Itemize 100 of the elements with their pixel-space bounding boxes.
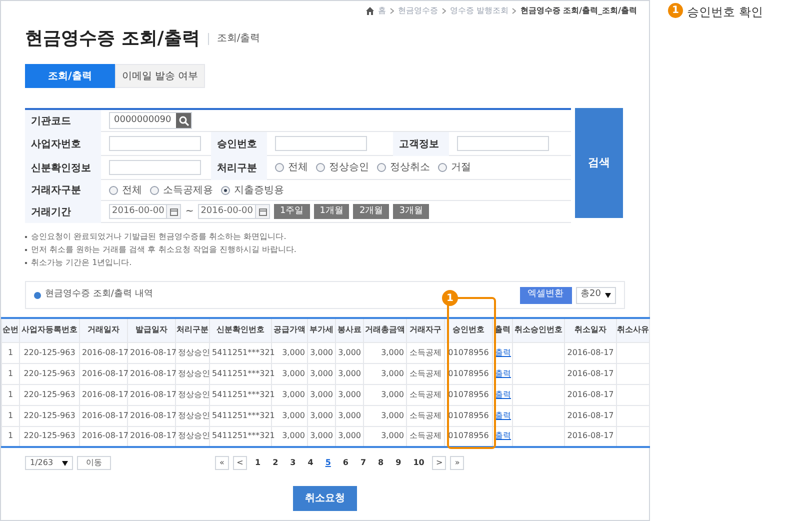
page-select[interactable]: 1/263: [25, 456, 73, 470]
chevron-icon: [390, 8, 394, 14]
table-cell: 220-125-963: [24, 431, 76, 440]
period-button[interactable]: 2개월: [353, 204, 390, 219]
page-nav-button[interactable]: »: [450, 456, 464, 470]
go-button[interactable]: 이동: [77, 456, 111, 470]
tab[interactable]: 이메일 발송 여부: [115, 64, 205, 88]
column-header: 취소일자: [564, 318, 616, 342]
column-header: 처리구분: [176, 318, 210, 342]
table-cell: 2016-08-17: [82, 431, 128, 440]
table-cell: 정상승인: [178, 410, 210, 420]
page-subtitle: 조회/출력: [216, 32, 260, 46]
table-cell: 1: [8, 368, 14, 378]
table-cell: 소득공제: [410, 348, 442, 356]
calendar-icon: [258, 208, 267, 216]
column-header: 사업자등록번호: [20, 318, 80, 342]
table-cell: 2016-08-17: [82, 348, 128, 356]
date-field[interactable]: 2016-00-00: [109, 204, 182, 219]
radio-option[interactable]: 전체: [275, 160, 308, 175]
table-cell: 1: [8, 410, 14, 420]
note-text: 취소가능 기간은 1년입니다.: [31, 257, 132, 269]
table-cell: 2016-08-17: [130, 431, 176, 440]
input-field[interactable]: [109, 136, 201, 151]
page-number[interactable]: 10: [409, 457, 428, 469]
radio-icon[interactable]: [377, 163, 386, 172]
table-cell: 2016-08-17: [82, 410, 128, 420]
callout-badge: 1: [668, 3, 683, 18]
page-number[interactable]: 6: [338, 457, 352, 469]
radio-option[interactable]: 전체: [109, 182, 142, 198]
page-number[interactable]: 5: [321, 457, 335, 469]
input-field[interactable]: [109, 160, 201, 175]
table-cell: 2016-08-17: [567, 410, 614, 420]
radio-icon[interactable]: [438, 163, 447, 172]
radio-icon[interactable]: [109, 186, 118, 194]
table-cell: 1: [8, 348, 14, 356]
page-nav-button[interactable]: <: [233, 456, 247, 470]
field-label: 처리구분: [217, 162, 257, 176]
radio-option[interactable]: 거절: [438, 160, 471, 175]
table-cell: 소득공제: [410, 431, 442, 440]
tab[interactable]: 조회/출력: [25, 64, 115, 88]
radio-option[interactable]: 지출증빙용: [221, 182, 284, 198]
page-number[interactable]: 3: [286, 457, 300, 469]
column-header: 거래자구: [406, 318, 444, 342]
table-cell: 2016-08-17: [130, 410, 176, 420]
range-separator: ~: [185, 205, 194, 219]
radio-icon[interactable]: [221, 186, 230, 194]
table-cell: 5411251***321: [212, 368, 275, 378]
table-cell: 3,000: [338, 348, 361, 356]
field-label: 승인번호: [217, 138, 257, 152]
radio-icon[interactable]: [316, 163, 325, 172]
page-title: 현금영수증 조회/출력: [25, 27, 200, 51]
field-label: 고객정보: [399, 138, 439, 152]
page-size-select[interactable]: 총20: [576, 286, 616, 304]
radio-option[interactable]: 정상취소: [377, 160, 430, 175]
table-cell: 3,000: [381, 368, 404, 378]
period-button[interactable]: 3개월: [393, 204, 429, 219]
column-header: 순번: [2, 318, 20, 342]
page-nav-button[interactable]: >: [432, 456, 446, 470]
table-cell: 3,000: [310, 431, 333, 440]
period-button[interactable]: 1주일: [274, 204, 310, 219]
table-cell: 01078956: [448, 431, 489, 440]
date-field[interactable]: 2016-00-00: [198, 204, 270, 219]
table-cell: 5411251***321: [212, 390, 275, 398]
column-header: 공급가액: [272, 318, 308, 342]
caret-icon: [62, 460, 68, 466]
radio-icon[interactable]: [275, 163, 284, 172]
excel-button[interactable]: 엑셀변환: [520, 286, 572, 304]
radio-icon[interactable]: [150, 186, 159, 194]
chevron-icon: [512, 8, 516, 14]
breadcrumb-item[interactable]: 현금영수증 조회/출력_조회/출력: [520, 5, 637, 17]
page-number[interactable]: 8: [374, 457, 388, 469]
table-cell: 3,000: [381, 390, 404, 398]
table-cell: 3,000: [282, 368, 305, 378]
radio-option[interactable]: 소득공제용: [150, 182, 213, 198]
table-cell: 2016-08-17: [567, 368, 614, 378]
input-field[interactable]: [457, 136, 549, 151]
search-button[interactable]: 검색: [575, 108, 623, 218]
radio-option[interactable]: 정상승인: [316, 160, 369, 175]
page-number[interactable]: 7: [356, 457, 370, 469]
page-nav-button[interactable]: «: [215, 456, 229, 470]
table-cell: 2016-08-17: [567, 431, 614, 440]
table-cell: 2016-08-17: [567, 348, 614, 356]
table-cell: 소득공제: [410, 410, 442, 420]
period-button[interactable]: 1개월: [314, 204, 350, 219]
table-cell: 220-125-963: [24, 348, 76, 356]
page-number[interactable]: 9: [392, 457, 406, 469]
input-field[interactable]: [275, 136, 367, 151]
column-header: 발급일자: [128, 318, 176, 342]
field-label: 기관코드: [31, 114, 71, 128]
column-header: 거래일자: [80, 318, 128, 342]
page-number[interactable]: 1: [251, 457, 265, 469]
page-number[interactable]: 2: [268, 457, 282, 469]
column-header: 취소사유: [616, 318, 650, 342]
page-number[interactable]: 4: [304, 457, 318, 469]
table-cell: 2016-08-17: [567, 390, 614, 398]
table-cell: 3,000: [310, 368, 333, 378]
chevron-icon: [442, 8, 446, 14]
cancel-request-button[interactable]: 취소요청: [293, 486, 357, 511]
table-cell: 1: [8, 390, 14, 398]
table-cell: 2016-08-17: [130, 348, 176, 356]
